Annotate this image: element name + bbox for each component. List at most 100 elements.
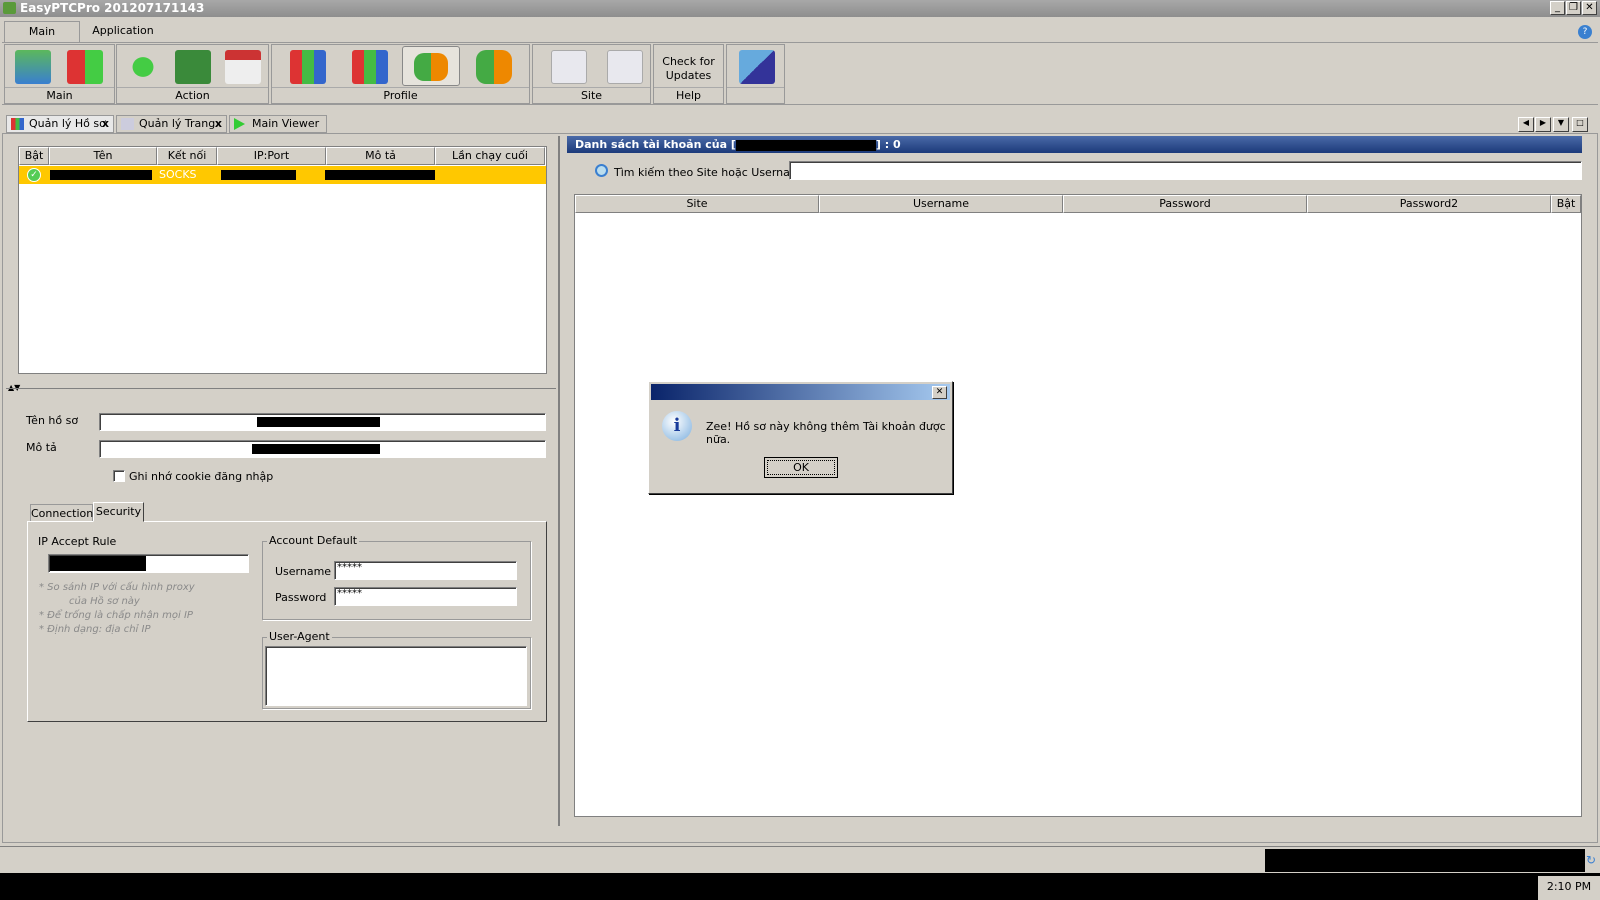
col-header[interactable]: Password xyxy=(1063,195,1307,213)
accounts-header: Danh sách tài khoản của [ ] : 0 xyxy=(567,136,1582,153)
ok-label: OK xyxy=(767,460,835,475)
name-label: Tên hồ sơ xyxy=(26,414,79,427)
ok-button[interactable]: OK xyxy=(764,457,838,478)
group-label xyxy=(727,87,784,103)
desc-label: Mô tả xyxy=(26,441,57,454)
tab-label: Quản lý Hồ sơ xyxy=(29,117,106,130)
taskbar-clock: 2:10 PM xyxy=(1538,876,1600,900)
group-main: Main xyxy=(4,44,115,104)
col-header[interactable]: Mô tả xyxy=(326,147,435,165)
close-button[interactable]: ✕ xyxy=(1582,1,1597,15)
redacted-name xyxy=(50,170,152,180)
remember-cookie-checkbox[interactable] xyxy=(113,470,125,482)
col-header[interactable]: IP:Port xyxy=(217,147,326,165)
scroll-tabs-right[interactable]: ▶ xyxy=(1535,117,1551,132)
group-label: Profile xyxy=(272,87,529,103)
splitter[interactable] xyxy=(6,388,556,389)
check-updates-button[interactable]: Check for Updates xyxy=(654,55,723,83)
default-username-input[interactable]: ***** xyxy=(334,561,517,580)
run-icon[interactable] xyxy=(67,50,103,84)
group-action: Action xyxy=(116,44,269,104)
redacted-profile xyxy=(735,139,876,151)
col-header[interactable]: Bật xyxy=(1551,195,1581,213)
enabled-check-icon[interactable]: ✓ xyxy=(27,168,41,182)
ribbon-tab-application[interactable]: Application xyxy=(88,21,158,43)
group-help: Check for Updates Help xyxy=(653,44,724,104)
refresh-icon[interactable] xyxy=(125,50,161,84)
restore-button[interactable]: ❐ xyxy=(1566,1,1581,15)
profiles-icon xyxy=(11,118,24,130)
recycle-icon[interactable] xyxy=(225,50,261,84)
group-exit xyxy=(726,44,785,104)
col-header[interactable]: Password2 xyxy=(1307,195,1551,213)
pages-icon xyxy=(121,118,134,130)
tab-main-viewer[interactable]: Main Viewer xyxy=(229,115,327,133)
connect-icon[interactable] xyxy=(15,50,51,84)
col-header[interactable]: Lần chạy cuối xyxy=(435,147,545,165)
ip-rule-input[interactable] xyxy=(48,554,249,573)
profiles-icon[interactable] xyxy=(290,50,326,84)
add-site-icon[interactable] xyxy=(607,50,643,84)
default-password-input[interactable]: ***** xyxy=(334,587,517,606)
app-icon xyxy=(3,2,16,14)
tab-security[interactable]: Security xyxy=(93,502,144,522)
col-header[interactable]: Kết nối xyxy=(157,147,217,165)
info-dialog: ✕ i Zee! Hồ sơ này không thêm Tài khoản … xyxy=(648,381,953,494)
tab-label: Quản lý Trang xyxy=(139,117,216,130)
col-header[interactable]: Tên xyxy=(49,147,157,165)
dialog-message: Zee! Hồ sơ này không thêm Tài khoản được… xyxy=(706,420,946,446)
header-prefix: Danh sách tài khoản của [ xyxy=(575,138,736,151)
minimize-button[interactable]: _ xyxy=(1550,1,1565,15)
status-divider xyxy=(0,846,1600,847)
account-count: ] : 0 xyxy=(875,138,901,151)
dialog-close-button[interactable]: ✕ xyxy=(932,386,947,399)
maximize-doc[interactable]: □ xyxy=(1572,117,1588,132)
legend: Account Default xyxy=(267,534,360,547)
refresh-status-icon[interactable]: ↻ xyxy=(1586,853,1596,867)
help-icon[interactable]: ? xyxy=(1578,25,1592,39)
scroll-tabs-left[interactable]: ◀ xyxy=(1518,117,1534,132)
play-icon xyxy=(234,118,245,130)
col-header[interactable]: Username xyxy=(819,195,1063,213)
close-tab-icon[interactable]: x xyxy=(102,116,109,132)
table-row[interactable]: ✓ SOCKS xyxy=(19,166,546,184)
ribbon-tab-main[interactable]: Main xyxy=(4,21,80,43)
group-label: Help xyxy=(654,87,723,103)
profile-name-input[interactable] xyxy=(99,413,546,431)
save-icon[interactable] xyxy=(175,50,211,84)
note: * So sánh IP với cấu hình proxy xyxy=(39,582,195,593)
group-label: Site xyxy=(533,87,650,103)
exit-icon[interactable] xyxy=(739,50,775,84)
info-icon: i xyxy=(662,411,692,441)
tab-pages[interactable]: Quản lý Trang x xyxy=(116,115,227,133)
group-label: Action xyxy=(117,87,268,103)
col-header[interactable]: Bật xyxy=(19,147,49,165)
password-label: Password xyxy=(275,591,327,604)
connection-cell: SOCKS xyxy=(159,168,197,181)
redacted-status xyxy=(1265,849,1585,872)
vertical-splitter[interactable] xyxy=(558,136,560,826)
user-agent-textarea[interactable] xyxy=(265,646,527,706)
group-site: Site xyxy=(532,44,651,104)
edit-account-icon[interactable] xyxy=(476,50,512,84)
window-title: EasyPTCPro 201207171143 xyxy=(0,0,1600,17)
username-label: Username xyxy=(275,565,332,578)
account-search-input[interactable] xyxy=(789,161,1582,180)
add-account-button[interactable] xyxy=(402,46,460,86)
profiles-grid: Bật Tên Kết nối IP:Port Mô tả Lần chạy c… xyxy=(18,146,547,374)
redacted-value xyxy=(257,417,380,427)
redacted-value xyxy=(252,444,380,454)
add-profile-icon[interactable] xyxy=(352,50,388,84)
sites-icon[interactable] xyxy=(551,50,587,84)
col-header[interactable]: Site xyxy=(575,195,819,213)
tab-profiles[interactable]: Quản lý Hồ sơ x xyxy=(6,115,114,133)
ip-rule-label: IP Accept Rule xyxy=(38,535,117,548)
redacted-desc xyxy=(325,170,435,180)
tab-connection[interactable]: Connection xyxy=(30,504,93,522)
tab-list-dropdown[interactable]: ▼ xyxy=(1553,117,1569,132)
add-account-icon xyxy=(414,53,448,81)
close-tab-icon[interactable]: x xyxy=(215,116,222,132)
group-profile: Profile xyxy=(271,44,530,104)
profile-desc-input[interactable] xyxy=(99,440,546,458)
remember-cookie-label: Ghi nhớ cookie đăng nhập xyxy=(129,470,274,483)
